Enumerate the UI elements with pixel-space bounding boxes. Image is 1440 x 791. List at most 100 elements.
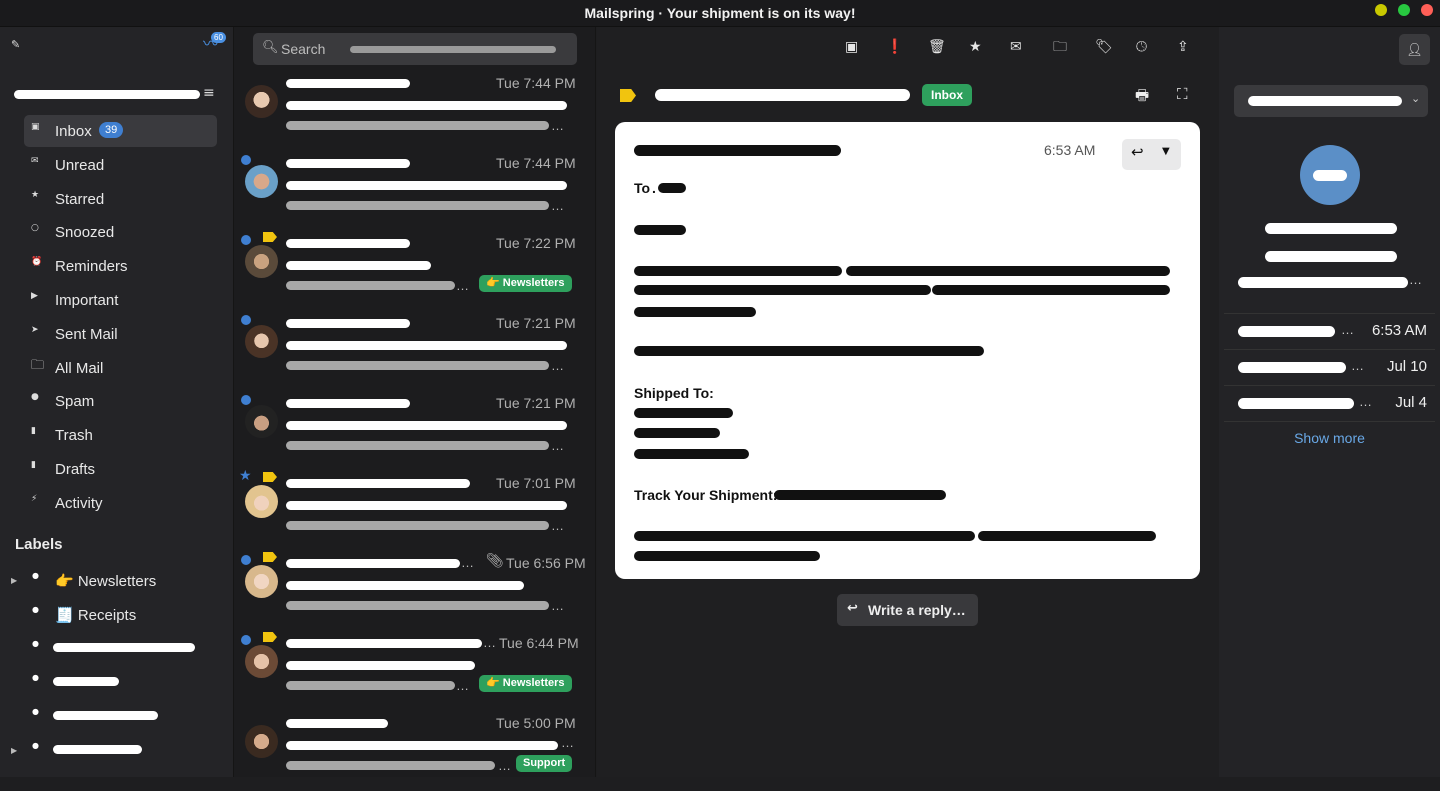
- sidebar-label-item[interactable]: ●: [0, 633, 234, 665]
- list-item[interactable]: Tue 7:44 PM …: [234, 71, 596, 151]
- list-item[interactable]: ★ Tue 7:01 PM …: [234, 469, 596, 551]
- sidebar-item-label: Reminders: [55, 258, 128, 276]
- write-reply-button[interactable]: ↩ Write a reply…: [837, 594, 978, 626]
- message-time: Tue 5:00 PM: [496, 715, 576, 731]
- unread-indicator: [241, 155, 251, 165]
- search-input[interactable]: 🔍︎ Search: [253, 33, 577, 65]
- star-icon[interactable]: ★: [969, 40, 982, 54]
- spam-icon[interactable]: ❗: [886, 40, 903, 54]
- close-button[interactable]: [1421, 4, 1433, 16]
- star-icon[interactable]: ★: [239, 469, 252, 483]
- address-redacted: [634, 428, 720, 438]
- sidebar-item-important[interactable]: ▶ Important: [24, 284, 217, 316]
- sidebar-item-trash[interactable]: ▮ Trash: [24, 419, 217, 451]
- snippet-redacted: [286, 761, 495, 770]
- sidebar-item-all-mail[interactable]: 🗀 All Mail: [24, 352, 217, 384]
- sidebar-label-item[interactable]: ▶ ●: [0, 735, 234, 767]
- activity-icon: ⚡: [31, 493, 38, 504]
- fullscreen-icon[interactable]: ⛶: [1177, 87, 1188, 102]
- menu-icon[interactable]: ≡: [203, 86, 215, 100]
- snooze-icon: ○: [31, 223, 39, 234]
- show-more-link[interactable]: Show more: [1219, 430, 1440, 446]
- sidebar-item-starred[interactable]: ★ Starred: [24, 183, 217, 215]
- avatar: [245, 645, 278, 678]
- label-badge: 👉 Newsletters: [479, 675, 572, 692]
- tag-icon: [263, 632, 277, 642]
- snooze-clock-icon[interactable]: 🕓︎: [1136, 40, 1147, 54]
- list-item[interactable]: Tue 7:21 PM …: [234, 391, 596, 471]
- sidebar-item-snoozed[interactable]: ○ Snoozed: [24, 216, 217, 248]
- reply-button-group[interactable]: ↩ ▼: [1122, 139, 1181, 170]
- sidebar-item-label: Activity: [55, 494, 103, 512]
- share-icon[interactable]: ⇪: [1177, 40, 1189, 54]
- list-item[interactable]: Tue 7:21 PM …: [234, 311, 596, 391]
- folder-badge[interactable]: Inbox: [922, 84, 972, 106]
- maximize-button[interactable]: [1398, 4, 1410, 16]
- draft-icon: ▮: [31, 459, 36, 470]
- message-body: 6:53 AM ↩ ▼ To . Shipped To: Track Your …: [615, 122, 1200, 579]
- avatar: [245, 485, 278, 518]
- chevron-down-icon: ⌄: [1411, 92, 1421, 105]
- sidebar-item-activity[interactable]: ⚡ Activity: [24, 487, 217, 519]
- unread-indicator: [241, 395, 251, 405]
- message-time: Tue 7:01 PM: [496, 475, 576, 491]
- message-time: 6:53 AM: [1044, 142, 1096, 158]
- sidebar-label-item[interactable]: ●: [0, 701, 234, 733]
- text-redacted: [634, 531, 975, 541]
- expand-icon[interactable]: ▶: [11, 747, 17, 755]
- sidebar-item-spam[interactable]: ● Spam: [24, 385, 217, 417]
- list-item[interactable]: … Tue 6:44 PM … 👉 Newsletters: [234, 631, 596, 711]
- sidebar: ✎ 〰 60 ≡ ▣ Inbox 39 ✉ Unread ★ Starred ○ Sn…: [0, 27, 234, 777]
- move-folder-icon[interactable]: 🗀: [1053, 40, 1067, 54]
- trash-icon[interactable]: 🗑︎: [928, 40, 946, 54]
- person-icon[interactable]: 👤︎: [1399, 34, 1430, 65]
- label-name: 🧾 Receipts: [55, 607, 137, 624]
- avatar: [245, 165, 278, 198]
- related-thread[interactable]: … Jul 10: [1224, 349, 1435, 385]
- minimize-button[interactable]: [1375, 4, 1387, 16]
- related-thread[interactable]: … 6:53 AM: [1224, 313, 1435, 349]
- sidebar-label-newsletters[interactable]: ▶ ● 👉 Newsletters: [0, 565, 234, 597]
- sidebar-item-drafts[interactable]: ▮ Drafts: [24, 453, 217, 485]
- sidebar-item-label: All Mail: [55, 359, 104, 377]
- contact-select[interactable]: ⌄: [1234, 85, 1428, 117]
- tag-icon[interactable]: 🏷︎: [1095, 40, 1113, 54]
- window-title: Mailspring · Your shipment is on its way…: [584, 5, 856, 21]
- snippet-redacted: [286, 201, 549, 210]
- message-time: Tue 7:44 PM: [496, 75, 576, 91]
- sidebar-label-item[interactable]: ●: [0, 667, 234, 699]
- expand-icon[interactable]: ▶: [11, 577, 17, 585]
- unread-indicator: [241, 555, 251, 565]
- avatar: [1300, 145, 1360, 205]
- reply-icon[interactable]: ↩: [1131, 145, 1144, 160]
- search-icon: 🔍︎: [262, 40, 279, 55]
- list-item[interactable]: Tue 7:22 PM … 👉 Newsletters: [234, 231, 596, 311]
- compose-icon[interactable]: ✎: [11, 39, 20, 50]
- sidebar-label-receipts[interactable]: ● 🧾 Receipts: [0, 599, 234, 631]
- list-item[interactable]: … 📎︎ Tue 6:56 PM …: [234, 551, 596, 631]
- sidebar-item-label: Unread: [55, 156, 105, 174]
- archive-icon[interactable]: ▣: [845, 40, 858, 54]
- label-icon: ●: [32, 639, 39, 648]
- list-item[interactable]: Tue 5:00 PM … … Support: [234, 711, 596, 791]
- sidebar-item-reminders[interactable]: ⏰ Reminders: [24, 250, 217, 282]
- text-redacted: [634, 266, 842, 276]
- tracking-link-redacted[interactable]: [774, 490, 946, 500]
- sidebar-item-sent[interactable]: ➤ Sent Mail: [24, 318, 217, 350]
- chevron-down-icon[interactable]: ▼: [1162, 147, 1170, 157]
- sidebar-item-label: Sent Mail: [55, 325, 118, 343]
- list-item[interactable]: Tue 7:44 PM …: [234, 151, 596, 231]
- activity-badge: 60: [211, 32, 226, 43]
- sidebar-item-inbox[interactable]: ▣ Inbox 39: [24, 115, 217, 147]
- related-thread[interactable]: … Jul 4: [1224, 385, 1435, 421]
- avatar: [245, 725, 278, 758]
- print-icon[interactable]: 🖶︎: [1135, 88, 1149, 103]
- message-time: Tue 6:56 PM: [506, 555, 586, 571]
- account-name[interactable]: [14, 90, 200, 99]
- sidebar-item-unread[interactable]: ✉ Unread: [24, 149, 217, 181]
- label-badge: 👉 Newsletters: [479, 275, 572, 292]
- avatar: [245, 325, 278, 358]
- subject-redacted: [286, 741, 558, 750]
- mail-icon[interactable]: ✉: [1010, 40, 1022, 54]
- snippet-redacted: [286, 521, 549, 530]
